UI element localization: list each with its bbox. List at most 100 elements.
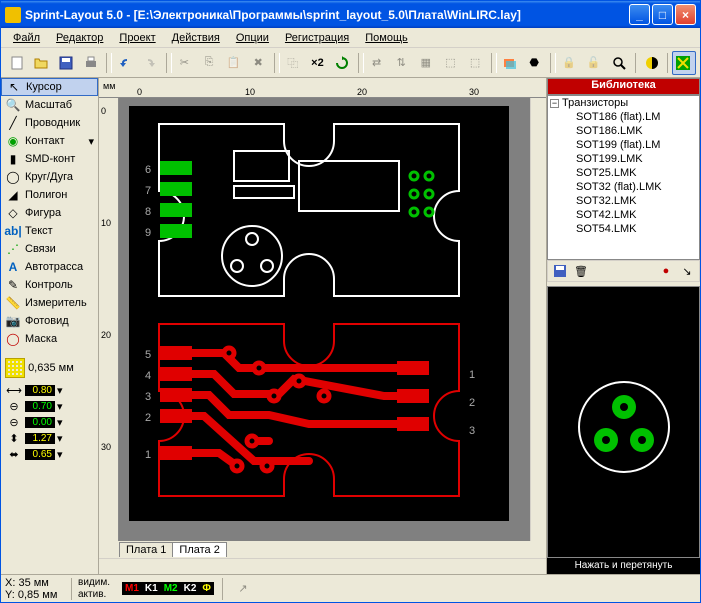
- scrollbar-horizontal[interactable]: [99, 558, 546, 574]
- menu-project[interactable]: Проект: [111, 30, 163, 46]
- component-preview[interactable]: [547, 286, 700, 558]
- param-track-width[interactable]: ⟷0.80▾: [1, 382, 98, 398]
- param-smd-w[interactable]: ⬍1.27▾: [1, 430, 98, 446]
- lock-button[interactable]: 🔒: [557, 51, 581, 75]
- maximize-button[interactable]: □: [652, 4, 673, 25]
- minimize-button[interactable]: _: [629, 4, 650, 25]
- tree-item[interactable]: SOT42.LMK: [548, 208, 699, 222]
- tool-text[interactable]: ab|Текст: [1, 222, 98, 240]
- layer-ph[interactable]: Ф: [199, 582, 214, 595]
- pcb-canvas[interactable]: 6 7 8 9: [129, 106, 509, 521]
- titlebar-text: Sprint-Layout 5.0 - [E:\Электроника\Прог…: [25, 8, 629, 22]
- undo-button[interactable]: [113, 51, 137, 75]
- toolbox: ↖Курсор 🔍Масштаб ╱Проводник ◉Контакт▾ ▮S…: [1, 78, 99, 574]
- tool-zoom[interactable]: 🔍Масштаб: [1, 96, 98, 114]
- tree-item[interactable]: SOT186 (flat).LM: [548, 110, 699, 124]
- zoom-x2-button[interactable]: ×2: [306, 51, 330, 75]
- tab-board-1[interactable]: Плата 1: [119, 542, 173, 557]
- layer-k1[interactable]: K1: [142, 582, 161, 595]
- library-toolbar: 🗑 ● ↘: [547, 260, 700, 282]
- menubar: Файл Редактор Проект Действия Опции Реги…: [1, 28, 700, 48]
- copy-button[interactable]: ⎘: [197, 51, 221, 75]
- tree-parent[interactable]: −Транзисторы: [548, 96, 699, 110]
- tree-item[interactable]: SOT32.LMK: [548, 194, 699, 208]
- svg-text:8: 8: [145, 206, 151, 218]
- svg-text:9: 9: [145, 227, 151, 239]
- mirror-v-button[interactable]: ⇅: [389, 51, 413, 75]
- tool-contact[interactable]: ◉Контакт▾: [1, 132, 98, 150]
- ungroup-button[interactable]: ⬚: [463, 51, 487, 75]
- close-button[interactable]: ×: [675, 4, 696, 25]
- layer-indicators[interactable]: M1 K1 M2 K2 Ф: [122, 582, 214, 595]
- print-button[interactable]: [79, 51, 103, 75]
- tool-polygon[interactable]: ◢Полигон: [1, 186, 98, 204]
- tool-arc[interactable]: ◯Круг/Дуга: [1, 168, 98, 186]
- tool-mask[interactable]: ◯Маска: [1, 330, 98, 348]
- tree-item[interactable]: SOT199 (flat).LM: [548, 138, 699, 152]
- canvas-viewport[interactable]: 6 7 8 9: [119, 98, 530, 541]
- tree-item[interactable]: SOT54.LMK: [548, 222, 699, 236]
- open-button[interactable]: [30, 51, 54, 75]
- library-tree[interactable]: −Транзисторы SOT186 (flat).LM SOT186.LMK…: [547, 95, 700, 260]
- grid-setting[interactable]: 0,635 мм: [1, 354, 98, 382]
- delete-button[interactable]: ✖: [246, 51, 270, 75]
- tool-photoview[interactable]: 📷Фотовид: [1, 312, 98, 330]
- tool-cursor[interactable]: ↖Курсор: [1, 78, 98, 96]
- tool-smd[interactable]: ▮SMD-конт: [1, 150, 98, 168]
- app-icon: [5, 7, 21, 23]
- layer-m2[interactable]: M2: [161, 582, 181, 595]
- redo-button[interactable]: [138, 51, 162, 75]
- svg-text:3: 3: [145, 391, 151, 403]
- layer-m1[interactable]: M1: [122, 582, 142, 595]
- new-button[interactable]: [5, 51, 29, 75]
- param-smd-h[interactable]: ⬌0.65▾: [1, 446, 98, 462]
- tool-links[interactable]: ⋰Связи: [1, 240, 98, 258]
- align-button[interactable]: ▦: [414, 51, 438, 75]
- contrast-button[interactable]: [640, 51, 664, 75]
- scrollbar-vertical[interactable]: [530, 98, 546, 541]
- tree-item[interactable]: SOT186.LMK: [548, 124, 699, 138]
- menu-editor[interactable]: Редактор: [48, 30, 111, 46]
- unlock-button[interactable]: 🔓: [582, 51, 606, 75]
- menu-actions[interactable]: Действия: [164, 30, 228, 46]
- lib-record-button[interactable]: ●: [656, 262, 676, 280]
- lib-delete-button[interactable]: 🗑: [571, 262, 591, 280]
- svg-text:4: 4: [145, 370, 151, 382]
- tool-measure[interactable]: 📏Измеритель: [1, 294, 98, 312]
- param-pad-inner[interactable]: ⊖0.00▾: [1, 414, 98, 430]
- preview-hint: Нажать и перетянуть: [547, 558, 700, 574]
- ruler-horizontal: мм 0 10 20 30: [99, 78, 546, 98]
- save-button[interactable]: [54, 51, 78, 75]
- menu-registration[interactable]: Регистрация: [277, 30, 357, 46]
- zoom-tool-button[interactable]: [607, 51, 631, 75]
- tree-item[interactable]: SOT25.LMK: [548, 166, 699, 180]
- svg-text:2: 2: [469, 397, 475, 409]
- svg-text:2: 2: [145, 412, 151, 424]
- group-button[interactable]: ⬚: [439, 51, 463, 75]
- menu-file[interactable]: Файл: [5, 30, 48, 46]
- paste-button[interactable]: 📋: [222, 51, 246, 75]
- status-arrow-button[interactable]: ↗: [231, 577, 255, 601]
- tab-board-2[interactable]: Плата 2: [172, 542, 226, 557]
- param-pad-outer[interactable]: ⊖0.70▾: [1, 398, 98, 414]
- tool-shape[interactable]: ◇Фигура: [1, 204, 98, 222]
- tree-item[interactable]: SOT32 (flat).LMK: [548, 180, 699, 194]
- mirror-h-button[interactable]: ⇄: [365, 51, 389, 75]
- lib-save-button[interactable]: [550, 262, 570, 280]
- menu-options[interactable]: Опции: [228, 30, 277, 46]
- rotate-button[interactable]: [330, 51, 354, 75]
- menu-help[interactable]: Помощь: [357, 30, 416, 46]
- tool-autoroute[interactable]: AАвтотрасса: [1, 258, 98, 276]
- lib-arrow-button[interactable]: ↘: [677, 262, 697, 280]
- tree-item[interactable]: SOT199.LMK: [548, 152, 699, 166]
- layer-k2[interactable]: K2: [181, 582, 200, 595]
- svg-text:3: 3: [469, 425, 475, 437]
- drc-button[interactable]: ⬣: [522, 51, 546, 75]
- layer-button[interactable]: [498, 51, 522, 75]
- canvas-area: мм 0 10 20 30 0 10 20 30: [99, 78, 546, 574]
- duplicate-button[interactable]: ⿻: [281, 51, 305, 75]
- tool-conductor[interactable]: ╱Проводник: [1, 114, 98, 132]
- tool-control[interactable]: ✎Контроль: [1, 276, 98, 294]
- library-button[interactable]: [672, 51, 696, 75]
- cut-button[interactable]: ✂: [173, 51, 197, 75]
